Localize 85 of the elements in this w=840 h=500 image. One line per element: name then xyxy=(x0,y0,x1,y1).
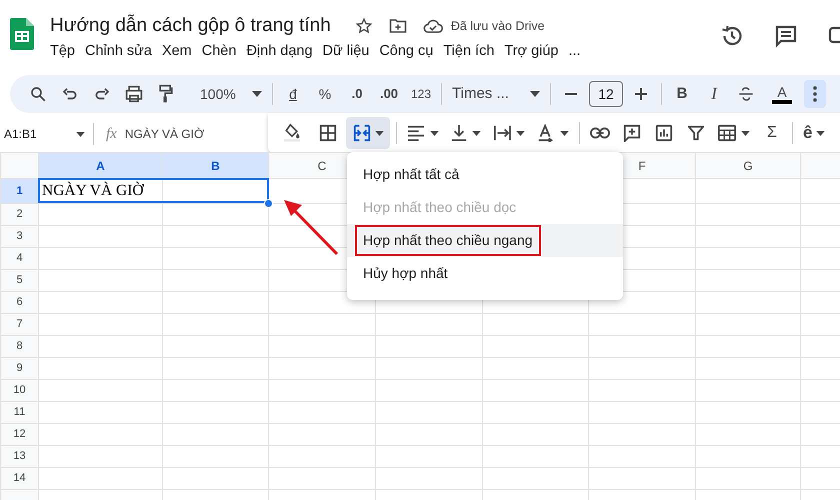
menu-item[interactable]: Định dạng xyxy=(241,40,318,62)
star-icon[interactable] xyxy=(354,17,373,35)
paint-format-icon xyxy=(158,84,174,104)
menu-item[interactable]: Tiện ích xyxy=(438,40,500,62)
text-color-button[interactable]: A xyxy=(768,80,796,108)
increase-decimal-button[interactable]: .00 xyxy=(375,80,403,108)
menu-item[interactable]: Trợ giúp xyxy=(499,40,564,62)
filter-icon xyxy=(688,125,704,141)
row-header[interactable]: 12 xyxy=(0,424,38,446)
caret-icon xyxy=(472,130,481,136)
add-comment-icon xyxy=(623,124,641,142)
row-header[interactable]: 8 xyxy=(0,336,38,358)
cloud-check-icon[interactable] xyxy=(422,18,443,34)
folder-icon[interactable] xyxy=(388,18,407,34)
sheets-logo-icon[interactable] xyxy=(10,18,34,50)
name-box[interactable]: A1:B1 xyxy=(0,125,76,143)
caret-icon xyxy=(430,130,439,136)
chart-icon xyxy=(655,124,673,142)
row-header[interactable]: 14 xyxy=(0,468,38,490)
caret-icon xyxy=(816,130,826,136)
save-status: Đã lưu vào Drive xyxy=(450,18,545,35)
print-icon xyxy=(124,85,144,103)
menu-item[interactable]: Chỉnh sửa xyxy=(80,40,157,62)
bold-button[interactable]: B xyxy=(668,80,696,108)
menu-item[interactable]: Xem xyxy=(156,40,197,62)
row-header[interactable]: 1 xyxy=(0,178,38,204)
menu-item[interactable]: Chèn xyxy=(196,40,242,62)
fill-color-icon xyxy=(283,123,301,143)
comment-icon[interactable] xyxy=(774,24,798,48)
row-header[interactable]: 3 xyxy=(0,226,38,248)
decrease-decimal-button[interactable]: .0 xyxy=(343,80,371,108)
caret-icon xyxy=(374,130,384,136)
menu-item[interactable]: Hợp nhất theo chiều ngang xyxy=(347,224,623,257)
caret-icon[interactable] xyxy=(76,132,85,136)
row-header[interactable]: 2 xyxy=(0,204,38,226)
functions-table-icon xyxy=(718,124,736,142)
vertical-align-icon xyxy=(451,124,467,142)
text-rotation-icon xyxy=(537,124,555,142)
font-dropdown[interactable]: Times ... xyxy=(448,80,544,108)
caret-icon xyxy=(560,130,569,136)
row-header[interactable]: 11 xyxy=(0,402,38,424)
row-header[interactable]: 7 xyxy=(0,314,38,336)
percent-button[interactable]: % xyxy=(311,80,339,108)
number-format-button[interactable]: 123 xyxy=(407,80,436,108)
align-icon xyxy=(407,125,425,141)
zoom-dropdown[interactable]: 100% xyxy=(196,80,266,108)
history-icon[interactable] xyxy=(720,24,744,48)
function-icon: fx xyxy=(106,122,117,146)
row-header[interactable]: 4 xyxy=(0,248,38,270)
document-title[interactable]: Hướng dẫn cách gộp ô trang tính xyxy=(50,14,331,38)
link-icon xyxy=(590,127,610,139)
caret-icon xyxy=(530,91,540,97)
caret-icon xyxy=(516,130,525,136)
more-button[interactable] xyxy=(804,80,826,108)
currency-button[interactable]: đ xyxy=(279,80,307,108)
cell-text: NGÀY VÀ GIỜ xyxy=(42,182,144,200)
borders-icon xyxy=(319,124,337,142)
row-header[interactable]: 10 xyxy=(0,380,38,402)
italic-button[interactable]: I xyxy=(700,80,728,108)
row-header[interactable]: 5 xyxy=(0,270,38,292)
column-header[interactable]: B xyxy=(162,152,268,178)
merge-cells-icon xyxy=(352,124,370,142)
increase-font-size-icon xyxy=(634,87,648,101)
merge-cells-button[interactable] xyxy=(346,117,390,149)
column-header[interactable]: G xyxy=(696,152,800,178)
strikethrough-icon xyxy=(737,85,756,103)
column-header[interactable]: A xyxy=(38,152,162,178)
row-header[interactable]: 13 xyxy=(0,446,38,468)
caret-icon xyxy=(741,130,750,136)
menu-item[interactable]: Hủy hợp nhất xyxy=(347,257,623,290)
sum-button[interactable]: Σ xyxy=(758,119,786,147)
menu-item[interactable]: Dữ liệu xyxy=(318,40,374,62)
font-size-field[interactable]: 12 xyxy=(589,81,624,107)
menu-item[interactable]: Tệp xyxy=(45,40,80,62)
more-icon xyxy=(813,86,818,102)
input-tools-button[interactable]: ê xyxy=(799,119,830,147)
fill-handle[interactable] xyxy=(264,199,273,208)
search-icon xyxy=(29,85,47,103)
formula-field[interactable]: NGÀY VÀ GIỜ xyxy=(124,125,204,143)
row-header[interactable]: 6 xyxy=(0,292,38,314)
caret-icon xyxy=(252,91,262,97)
menu-item[interactable]: Công cụ xyxy=(374,40,438,62)
row-header[interactable]: 9 xyxy=(0,358,38,380)
text-wrap-icon xyxy=(493,125,511,141)
menu-item[interactable]: ... xyxy=(564,40,586,62)
